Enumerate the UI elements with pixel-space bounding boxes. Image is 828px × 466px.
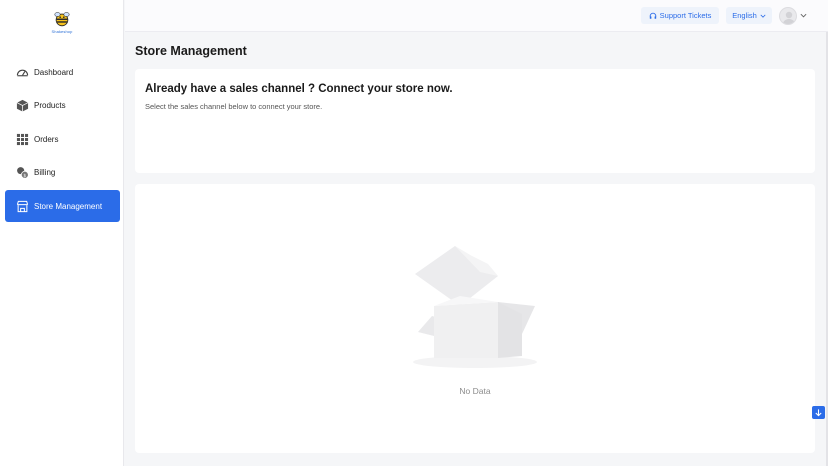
arrow-down-icon bbox=[815, 409, 822, 417]
avatar[interactable] bbox=[779, 7, 797, 25]
bee-logo-icon bbox=[54, 12, 70, 27]
coins-icon: $ bbox=[16, 166, 29, 179]
scroll-down-button[interactable] bbox=[812, 406, 825, 419]
sidebar: Shakeshop Dashboard Products Orders $ Bi… bbox=[0, 0, 124, 466]
svg-text:$: $ bbox=[23, 173, 26, 179]
page-title: Store Management bbox=[135, 44, 247, 58]
empty-state-text: No Data bbox=[459, 386, 491, 396]
language-selector[interactable]: English bbox=[726, 7, 772, 24]
sidebar-item-orders[interactable]: Orders bbox=[5, 123, 120, 155]
language-label: English bbox=[732, 11, 757, 20]
headset-icon bbox=[649, 12, 656, 19]
box-icon bbox=[16, 99, 29, 112]
empty-box-icon bbox=[413, 246, 537, 368]
sidebar-nav: Dashboard Products Orders $ Billing Stor… bbox=[5, 56, 120, 224]
sidebar-item-dashboard[interactable]: Dashboard bbox=[5, 56, 120, 88]
connect-store-card: Already have a sales channel ? Connect y… bbox=[135, 69, 815, 173]
chevron-down-icon[interactable] bbox=[800, 12, 807, 19]
store-icon bbox=[16, 200, 29, 213]
chevron-down-icon bbox=[760, 14, 766, 18]
sidebar-item-label: Billing bbox=[34, 168, 56, 177]
support-tickets-label: Support Tickets bbox=[659, 11, 712, 20]
sidebar-item-store-management[interactable]: Store Management bbox=[5, 190, 120, 222]
sidebar-item-products[interactable]: Products bbox=[5, 90, 120, 122]
brand-logo[interactable]: Shakeshop bbox=[50, 10, 74, 38]
sidebar-item-label: Products bbox=[34, 101, 66, 110]
brand-name: Shakeshop bbox=[51, 29, 73, 34]
user-icon bbox=[782, 11, 796, 24]
grid-icon bbox=[16, 133, 29, 146]
top-header: Support Tickets English bbox=[125, 0, 828, 32]
sales-channel-list: No Data bbox=[135, 184, 815, 453]
support-tickets-button[interactable]: Support Tickets bbox=[641, 7, 719, 24]
connect-store-headline: Already have a sales channel ? Connect y… bbox=[145, 83, 453, 95]
sidebar-item-label: Dashboard bbox=[34, 67, 74, 77]
sidebar-item-billing[interactable]: $ Billing bbox=[5, 157, 120, 189]
dashboard-icon bbox=[16, 66, 29, 79]
sidebar-item-label: Store Management bbox=[34, 201, 103, 211]
sidebar-item-label: Orders bbox=[34, 134, 59, 144]
connect-store-subtext: Select the sales channel below to connec… bbox=[145, 102, 323, 111]
